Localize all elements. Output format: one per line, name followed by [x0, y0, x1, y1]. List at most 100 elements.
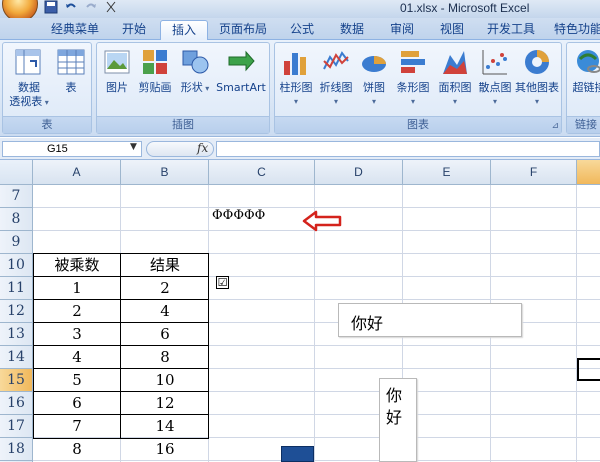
column-header-d[interactable]: D	[315, 160, 403, 185]
chevron-down-icon: ▾	[333, 97, 338, 106]
row-header-selected[interactable]: 15	[0, 369, 33, 392]
shapes-icon	[180, 47, 210, 77]
cell-a11[interactable]: 1	[33, 277, 121, 300]
cell-a14[interactable]: 4	[33, 346, 121, 369]
column-chart-button[interactable]: 柱形图 ▾	[277, 47, 315, 109]
cell-b16[interactable]: 12	[121, 392, 209, 415]
scissors-icon[interactable]	[104, 0, 118, 17]
active-cell-g15[interactable]	[577, 358, 600, 381]
dialog-launcher-icon[interactable]: ⊿	[551, 121, 559, 131]
row-header[interactable]: 18	[0, 438, 33, 461]
row-header[interactable]: 9	[0, 231, 33, 254]
chevron-down-icon: ▾	[202, 84, 210, 93]
cell-b18[interactable]: 16	[121, 438, 209, 461]
group-links: 超链接 链接	[566, 42, 600, 134]
cell-a13[interactable]: 3	[33, 323, 121, 346]
cell-b15[interactable]: 10	[121, 369, 209, 392]
checkbox-control[interactable]: ☑	[216, 276, 229, 289]
pivot-table-icon	[14, 47, 44, 77]
smartart-button[interactable]: SmartArt	[215, 47, 267, 95]
cell-b11[interactable]: 2	[121, 277, 209, 300]
tab-insert[interactable]: 插入	[160, 20, 208, 41]
row-header[interactable]: 8	[0, 208, 33, 231]
pivot-table-label-2: 透视表	[9, 95, 43, 108]
name-box[interactable]: G15	[2, 141, 142, 157]
tab-page-layout[interactable]: 页面布局	[212, 20, 274, 40]
column-header-c[interactable]: C	[209, 160, 315, 185]
embedded-image-object[interactable]	[281, 446, 314, 462]
pie-chart-button[interactable]: 饼图 ▾	[357, 47, 391, 109]
row-header[interactable]: 16	[0, 392, 33, 415]
cell-c8-symbols[interactable]: ΦΦΦΦΦ	[212, 208, 265, 223]
undo-icon[interactable]	[64, 0, 78, 17]
worksheet-grid[interactable]: A B C D E F 7 8 9 10 11 12 13 14 15 16 1…	[0, 160, 600, 462]
bar-chart-button[interactable]: 条形图 ▾	[393, 47, 433, 109]
other-charts-button[interactable]: 其他图表 ▾	[513, 47, 561, 109]
tab-home[interactable]: 开始	[112, 20, 156, 40]
formula-bar: G15 ▼ fx	[0, 138, 600, 160]
clipart-button[interactable]: 剪贴画	[135, 47, 175, 95]
cell-a12[interactable]: 2	[33, 300, 121, 323]
pie-chart-icon	[359, 47, 389, 77]
textbox-horizontal[interactable]: 你好	[338, 303, 522, 337]
bar-chart-icon	[398, 47, 428, 77]
formula-input[interactable]	[216, 141, 600, 157]
clipart-icon	[140, 47, 170, 77]
chevron-down-icon: ▾	[42, 98, 49, 107]
table-button[interactable]: 表	[53, 47, 89, 95]
tab-special-features[interactable]: 特色功能	[548, 20, 600, 40]
save-icon[interactable]	[44, 0, 58, 17]
hyperlink-button[interactable]: 超链接	[567, 47, 600, 95]
cell-b12[interactable]: 4	[121, 300, 209, 323]
row-header[interactable]: 12	[0, 300, 33, 323]
select-all-corner[interactable]	[0, 160, 33, 185]
row-header[interactable]: 11	[0, 277, 33, 300]
tab-classic-menu[interactable]: 经典菜单	[40, 20, 110, 40]
bar-chart-label: 条形图	[396, 81, 430, 94]
group-table-label: 表	[3, 116, 91, 133]
chevron-down-icon[interactable]: ▼	[130, 142, 137, 152]
column-header-e[interactable]: E	[403, 160, 491, 185]
group-charts-label: 图表	[275, 116, 561, 133]
row-header[interactable]: 14	[0, 346, 33, 369]
gridline	[576, 185, 577, 462]
row-header[interactable]: 13	[0, 323, 33, 346]
redo-icon[interactable]	[84, 0, 98, 17]
cell-b14[interactable]: 8	[121, 346, 209, 369]
area-chart-button[interactable]: 面积图 ▾	[435, 47, 475, 109]
tab-data[interactable]: 数据	[330, 20, 374, 40]
insert-function-icon[interactable]: fx	[197, 141, 208, 155]
scatter-chart-label: 散点图	[478, 81, 512, 94]
ribbon: 数据 透视表 ▾ 表 表 图片 剪贴画 形状 ▾ SmartArt 插图 柱形图…	[0, 40, 600, 137]
column-header-f[interactable]: F	[491, 160, 577, 185]
row-header[interactable]: 7	[0, 185, 33, 208]
quick-access-toolbar	[44, 0, 118, 16]
scatter-chart-button[interactable]: 散点图 ▾	[475, 47, 515, 109]
column-header-g[interactable]	[577, 160, 600, 185]
clipart-label: 剪贴画	[138, 81, 172, 94]
textbox-vertical[interactable]: 你 好	[379, 378, 417, 462]
cell-a17[interactable]: 7	[33, 415, 121, 438]
tab-formulas[interactable]: 公式	[280, 20, 324, 40]
column-header-a[interactable]: A	[33, 160, 121, 185]
pivot-table-button[interactable]: 数据 透视表 ▾	[7, 47, 51, 110]
line-chart-button[interactable]: 折线图 ▾	[317, 47, 355, 109]
column-header-b[interactable]: B	[121, 160, 209, 185]
cell-a16[interactable]: 6	[33, 392, 121, 415]
row-header[interactable]: 17	[0, 415, 33, 438]
pivot-table-label-1: 数据	[18, 81, 40, 94]
shapes-button[interactable]: 形状 ▾	[177, 47, 213, 96]
tab-developer[interactable]: 开发工具	[480, 20, 542, 40]
tab-view[interactable]: 视图	[430, 20, 474, 40]
cell-b10[interactable]: 结果	[121, 254, 209, 277]
tab-review[interactable]: 审阅	[380, 20, 424, 40]
picture-button[interactable]: 图片	[101, 47, 133, 95]
cell-b13[interactable]: 6	[121, 323, 209, 346]
column-chart-icon	[281, 47, 311, 77]
table-label: 表	[65, 81, 77, 94]
row-header[interactable]: 10	[0, 254, 33, 277]
cell-a10[interactable]: 被乘数	[33, 254, 121, 277]
cell-a15[interactable]: 5	[33, 369, 121, 392]
cell-a18[interactable]: 8	[33, 438, 121, 461]
cell-b17[interactable]: 14	[121, 415, 209, 438]
